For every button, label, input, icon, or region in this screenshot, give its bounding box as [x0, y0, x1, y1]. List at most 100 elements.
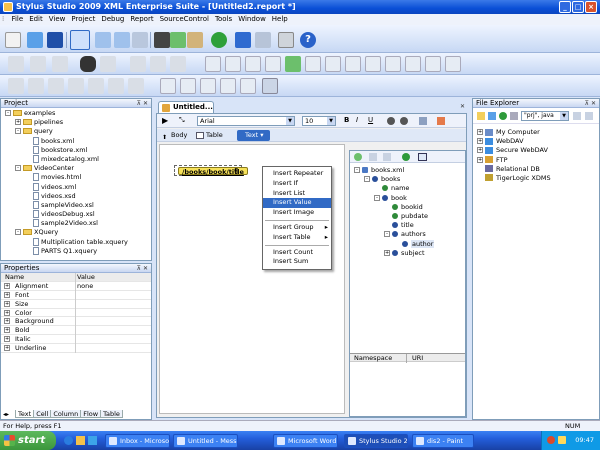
project-tree-item[interactable]: - examples: [1, 109, 151, 118]
run-icon[interactable]: ▶: [162, 116, 168, 125]
expand-toggle-icon[interactable]: +: [384, 249, 390, 256]
location-select[interactable]: "prj", java ▼: [521, 111, 569, 121]
mail-icon[interactable]: [76, 436, 85, 445]
tool-icon[interactable]: [130, 56, 146, 72]
pointer-icon[interactable]: ⤡: [179, 116, 185, 125]
project-tree-item[interactable]: books.xml: [1, 136, 151, 146]
validate-icon[interactable]: [285, 56, 301, 72]
tab-text[interactable]: Text ▾: [237, 130, 270, 141]
split-icon[interactable]: [132, 32, 148, 48]
tile-icon[interactable]: [114, 32, 130, 48]
tool-icon[interactable]: [383, 153, 391, 161]
expand-toggle-icon[interactable]: +: [4, 327, 10, 334]
file-explorer-item[interactable]: TigerLogic XDMS: [473, 174, 599, 183]
browser-icon[interactable]: [64, 436, 73, 445]
underline-button[interactable]: U: [368, 116, 373, 124]
taskbar-button[interactable]: dis2 - Paint: [412, 434, 474, 448]
file-explorer-item[interactable]: + WebDAV: [473, 137, 599, 146]
context-menu-item[interactable]: Insert Sum: [263, 257, 331, 267]
zoom-in-icon[interactable]: [387, 117, 395, 125]
property-row[interactable]: + Italic: [1, 335, 151, 345]
taskbar-button[interactable]: Untitled - Messag...: [173, 434, 238, 448]
tab-text[interactable]: Text: [15, 410, 35, 418]
document-close-icon[interactable]: ✕: [460, 103, 465, 110]
expand-toggle-icon[interactable]: -: [15, 229, 21, 236]
expand-toggle-icon[interactable]: +: [15, 119, 21, 126]
add-icon[interactable]: [354, 153, 362, 161]
checkbox-icon[interactable]: [345, 56, 361, 72]
context-menu-item[interactable]: Insert Table ▸: [263, 233, 331, 243]
font-size-select[interactable]: 10 ▼: [302, 116, 336, 126]
paste-icon[interactable]: [187, 32, 203, 48]
checkbox-icon[interactable]: [385, 56, 401, 72]
menu-view[interactable]: View: [46, 14, 69, 25]
tool-icon[interactable]: [52, 56, 68, 72]
taskbar-button[interactable]: Inbox - Microsoft ...: [105, 434, 170, 448]
expand-toggle-icon[interactable]: -: [364, 176, 370, 183]
document-tab[interactable]: Untitled...: [158, 101, 214, 113]
checkbox-icon[interactable]: [225, 56, 241, 72]
context-menu-item[interactable]: Insert Group ▸: [263, 223, 331, 233]
file-explorer-item[interactable]: + My Computer: [473, 128, 599, 137]
maximize-button[interactable]: □: [572, 1, 584, 13]
expand-toggle-icon[interactable]: +: [477, 156, 483, 163]
expand-toggle-icon[interactable]: +: [4, 282, 10, 289]
menu-help[interactable]: Help: [269, 14, 291, 25]
tool-icon[interactable]: [369, 153, 377, 161]
tool-icon[interactable]: [28, 78, 44, 94]
project-tree-item[interactable]: sample2Video.xsl: [1, 219, 151, 228]
delete-icon[interactable]: [510, 112, 518, 120]
up-folder-icon[interactable]: [488, 112, 496, 120]
tool-icon[interactable]: [68, 78, 84, 94]
report-icon[interactable]: [220, 78, 236, 94]
menu-project[interactable]: Project: [68, 14, 98, 25]
tool-icon[interactable]: [30, 56, 46, 72]
tool-icon[interactable]: [128, 78, 144, 94]
expand-toggle-icon[interactable]: +: [477, 138, 483, 145]
undo-icon[interactable]: [235, 32, 251, 48]
schema-tree-item[interactable]: + subject: [350, 249, 465, 258]
checkbox-icon[interactable]: [325, 56, 341, 72]
text-block[interactable]: /books/book/title ¶: [174, 165, 248, 176]
checkbox-icon[interactable]: [405, 56, 421, 72]
context-menu-item[interactable]: Insert List: [263, 189, 331, 199]
print-icon[interactable]: [278, 32, 294, 48]
project-tree-item[interactable]: PARTS Q1.xquery: [1, 246, 151, 256]
expand-toggle-icon[interactable]: +: [4, 300, 10, 307]
help-icon[interactable]: ?: [300, 32, 316, 48]
tool-icon[interactable]: [8, 56, 24, 72]
zoom-out-icon[interactable]: [400, 117, 408, 125]
checkbox-icon[interactable]: [365, 56, 381, 72]
project-tree-item[interactable]: - query: [1, 127, 151, 136]
menu-sourcecontrol[interactable]: SourceControl: [157, 14, 212, 25]
tab-scroll-arrows[interactable]: ◂▸: [3, 411, 9, 418]
report-icon[interactable]: [262, 78, 278, 94]
checkbox-icon[interactable]: [205, 56, 221, 72]
close-button[interactable]: ×: [585, 1, 597, 13]
tab-column[interactable]: Column: [50, 410, 82, 418]
options-icon[interactable]: [585, 112, 593, 120]
tab-body[interactable]: ⬆ Body: [161, 130, 187, 141]
taskbar-button[interactable]: Stylus Studio 2009...: [344, 434, 408, 448]
copy-icon[interactable]: [170, 32, 186, 48]
expand-toggle-icon[interactable]: -: [5, 110, 11, 116]
project-tree-item[interactable]: sampleVideo.xsl: [1, 200, 151, 210]
project-tree-item[interactable]: - XQuery: [1, 228, 151, 237]
schema-tree-item[interactable]: - books.xml: [350, 166, 465, 175]
desktop-icon[interactable]: [88, 436, 97, 445]
expand-toggle-icon[interactable]: +: [4, 318, 10, 325]
cascade-icon[interactable]: [95, 32, 111, 48]
schema-tree-item[interactable]: - authors: [350, 230, 465, 239]
menu-tools[interactable]: Tools: [212, 14, 235, 25]
expand-toggle-icon[interactable]: +: [4, 309, 10, 316]
taskbar-button[interactable]: Microsoft Word: [273, 434, 338, 448]
view-icon[interactable]: [573, 112, 581, 120]
project-tree-item[interactable]: bookstore.xml: [1, 145, 151, 155]
schema-tree-item[interactable]: - book: [350, 194, 465, 203]
italic-button[interactable]: I: [356, 116, 358, 124]
save-icon[interactable]: [47, 32, 63, 48]
checkbox-icon[interactable]: [265, 56, 281, 72]
expand-toggle-icon[interactable]: +: [477, 147, 483, 154]
report-icon[interactable]: [240, 78, 256, 94]
checkbox-icon[interactable]: [305, 56, 321, 72]
